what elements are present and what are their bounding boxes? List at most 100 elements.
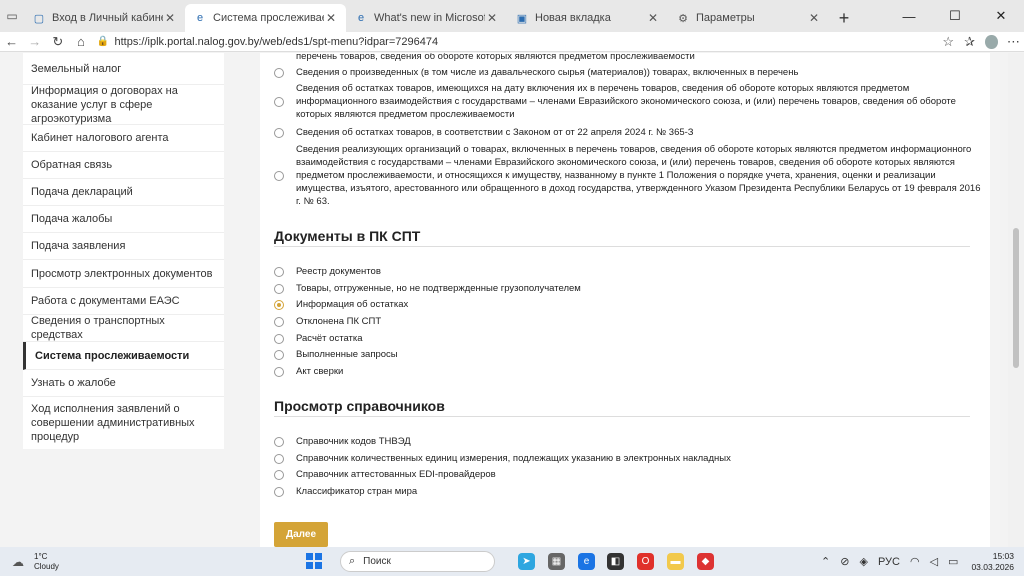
option-realizing-orgs[interactable]: Сведения реализующих организаций о товар… bbox=[274, 143, 986, 208]
radio-button[interactable] bbox=[274, 436, 284, 447]
maximize-icon[interactable]: ☐ bbox=[932, 0, 978, 32]
sidebar-item-label: Система прослеживаемости bbox=[35, 349, 190, 362]
option-units[interactable]: Справочник количественных единиц измерен… bbox=[274, 452, 986, 465]
option-produced-goods[interactable]: Сведения о произведенных (в том числе из… bbox=[274, 66, 986, 79]
radio-button[interactable] bbox=[274, 333, 284, 344]
radio-button[interactable] bbox=[274, 469, 284, 480]
home-icon[interactable]: ⌂ bbox=[69, 34, 92, 49]
tab-settings[interactable]: ⚙ Параметры ✕ bbox=[668, 4, 829, 32]
option-tnved[interactable]: Справочник кодов ТНВЭД bbox=[274, 435, 986, 448]
store-icon[interactable]: ◧ bbox=[607, 553, 624, 570]
battery-icon[interactable]: ▭ bbox=[948, 555, 958, 568]
sidebar-item-agroecotourism[interactable]: Информация о договорах на оказание услуг… bbox=[23, 85, 224, 125]
radio-button[interactable] bbox=[274, 316, 284, 327]
sidebar-item-land-tax[interactable]: Земельный налог bbox=[23, 53, 224, 85]
tab-login[interactable]: ▢ Вход в Личный кабинет ✕ bbox=[24, 4, 185, 32]
page-scrollbar[interactable] bbox=[1008, 53, 1024, 547]
sidebar-item-label: Сведения о транспортных средствах bbox=[31, 315, 165, 341]
sidebar-item-eaeu[interactable]: Работа с документами ЕАЭС bbox=[23, 288, 224, 315]
sidebar-item-label: Работа с документами ЕАЭС bbox=[31, 295, 180, 307]
sidebar-item-feedback[interactable]: Обратная связь bbox=[23, 152, 224, 179]
option-doc-registry[interactable]: Реестр документов bbox=[274, 265, 986, 278]
security-icon[interactable]: ◈ bbox=[859, 555, 867, 568]
volume-icon[interactable]: ◁ bbox=[930, 555, 938, 568]
favorite-star-icon[interactable]: ☆ bbox=[938, 34, 959, 50]
sidebar-item-traceability[interactable]: Система прослеживаемости bbox=[23, 342, 224, 370]
option-remainder-calc[interactable]: Расчёт остатка bbox=[274, 332, 986, 345]
option-remainder-info[interactable]: Информация об остатках bbox=[274, 298, 986, 311]
sidebar-item-admin-procedures[interactable]: Ход исполнения заявлений о совершении ад… bbox=[23, 397, 224, 449]
sidebar-item-declarations[interactable]: Подача деклараций bbox=[23, 179, 224, 206]
address-bar[interactable]: 🔒 https://iplk.portal.nalog.gov.by/web/e… bbox=[93, 33, 938, 51]
sidebar-item-complaint-status[interactable]: Узнать о жалобе bbox=[23, 370, 224, 397]
close-icon[interactable]: ✕ bbox=[163, 11, 177, 25]
radio-button[interactable] bbox=[274, 453, 284, 464]
url-text: https://iplk.portal.nalog.gov.by/web/eds… bbox=[114, 35, 439, 48]
option-label: Классификатор стран мира bbox=[296, 486, 418, 497]
tab-label: Вход в Личный кабинет bbox=[52, 12, 163, 24]
radio-button[interactable] bbox=[274, 349, 284, 360]
radio-button[interactable] bbox=[274, 283, 284, 294]
option-completed-requests[interactable]: Выполненные запросы bbox=[274, 348, 986, 361]
tab-traceability[interactable]: e Система прослеживаемости - ЛК ✕ bbox=[185, 4, 346, 32]
radio-button[interactable] bbox=[274, 170, 284, 181]
back-icon[interactable]: ← bbox=[0, 34, 23, 49]
radio-button[interactable] bbox=[274, 266, 284, 277]
close-icon[interactable]: ✕ bbox=[646, 11, 660, 25]
avatar[interactable] bbox=[985, 34, 998, 49]
radio-button-checked[interactable] bbox=[274, 299, 284, 310]
option-rejected[interactable]: Отклонена ПК СПТ bbox=[274, 315, 986, 328]
radio-button[interactable] bbox=[274, 366, 284, 377]
taskbar-search[interactable]: ⌕ Поиск bbox=[340, 551, 495, 572]
option-goods-remainder[interactable]: Сведения об остатках товаров, имеющихся … bbox=[274, 82, 986, 121]
section-divider bbox=[274, 246, 970, 247]
task-view-icon[interactable]: ▦ bbox=[548, 553, 565, 570]
tab-whats-new[interactable]: e What's new in Microsoft Edge ✕ bbox=[346, 4, 507, 32]
app-icon[interactable]: ◆ bbox=[697, 553, 714, 570]
radio-button[interactable] bbox=[274, 127, 284, 138]
telegram-icon[interactable]: ➤ bbox=[518, 553, 535, 570]
forward-icon[interactable]: → bbox=[23, 34, 46, 49]
edge-taskbar-icon[interactable]: e bbox=[578, 553, 595, 570]
option-label: Сведения об остатках товаров, в соответс… bbox=[296, 127, 694, 138]
scrollbar-thumb[interactable] bbox=[1013, 228, 1019, 368]
sidebar-item-label: Подача жалобы bbox=[31, 213, 113, 225]
close-window-icon[interactable]: ✕ bbox=[978, 0, 1024, 32]
chevron-up-icon[interactable]: ⌃ bbox=[821, 555, 830, 568]
option-edi-providers[interactable]: Справочник аттестованных EDI-провайдеров bbox=[274, 468, 986, 481]
windows-start-icon[interactable] bbox=[306, 553, 322, 569]
wifi-icon[interactable]: ◠ bbox=[910, 555, 920, 568]
folder-icon[interactable]: ▬ bbox=[667, 553, 684, 570]
radio-button[interactable] bbox=[274, 96, 284, 107]
network-off-icon[interactable]: ⊘ bbox=[840, 555, 849, 568]
lock-icon[interactable]: 🔒 bbox=[97, 36, 111, 47]
opera-icon[interactable]: O bbox=[637, 553, 654, 570]
refresh-icon[interactable]: ↻ bbox=[46, 34, 69, 50]
option-countries[interactable]: Классификатор стран мира bbox=[274, 485, 986, 498]
sidebar-item-edocs[interactable]: Просмотр электронных документов bbox=[23, 260, 224, 288]
workspaces-icon[interactable]: ▭ bbox=[0, 0, 24, 32]
radio-button[interactable] bbox=[274, 67, 284, 78]
close-icon[interactable]: ✕ bbox=[485, 11, 499, 25]
clock[interactable]: 15:03 03.03.2026 bbox=[971, 551, 1014, 573]
tab-new-tab[interactable]: ▣ Новая вкладка ✕ bbox=[507, 4, 668, 32]
option-top-0[interactable]: перечень товаров, сведения об обороте ко… bbox=[274, 53, 964, 63]
more-menu-icon[interactable]: ⋯ bbox=[1003, 34, 1024, 50]
sidebar-item-vehicles[interactable]: Сведения о транспортных средствах bbox=[23, 315, 224, 342]
sidebar-item-application[interactable]: Подача заявления bbox=[23, 233, 224, 260]
new-tab-button[interactable]: + bbox=[829, 4, 859, 32]
minimize-icon[interactable]: — bbox=[886, 0, 932, 32]
sidebar-item-complaint[interactable]: Подача жалобы bbox=[23, 206, 224, 233]
weather-widget[interactable]: ☁ 1°C Cloudy bbox=[12, 547, 59, 576]
radio-button[interactable] bbox=[274, 486, 284, 497]
option-law-365[interactable]: Сведения об остатках товаров, в соответс… bbox=[274, 126, 986, 139]
option-label: Отклонена ПК СПТ bbox=[296, 316, 382, 327]
next-button[interactable]: Далее bbox=[274, 522, 328, 547]
option-shipped-unconfirmed[interactable]: Товары, отгруженные, но не подтвержденны… bbox=[274, 282, 986, 295]
close-icon[interactable]: ✕ bbox=[324, 11, 338, 25]
language-indicator[interactable]: РУС bbox=[878, 556, 900, 568]
close-icon[interactable]: ✕ bbox=[807, 11, 821, 25]
favorites-icon[interactable]: ✰ bbox=[959, 34, 980, 50]
option-reconciliation[interactable]: Акт сверки bbox=[274, 365, 986, 378]
sidebar-item-tax-agent[interactable]: Кабинет налогового агента bbox=[23, 125, 224, 152]
